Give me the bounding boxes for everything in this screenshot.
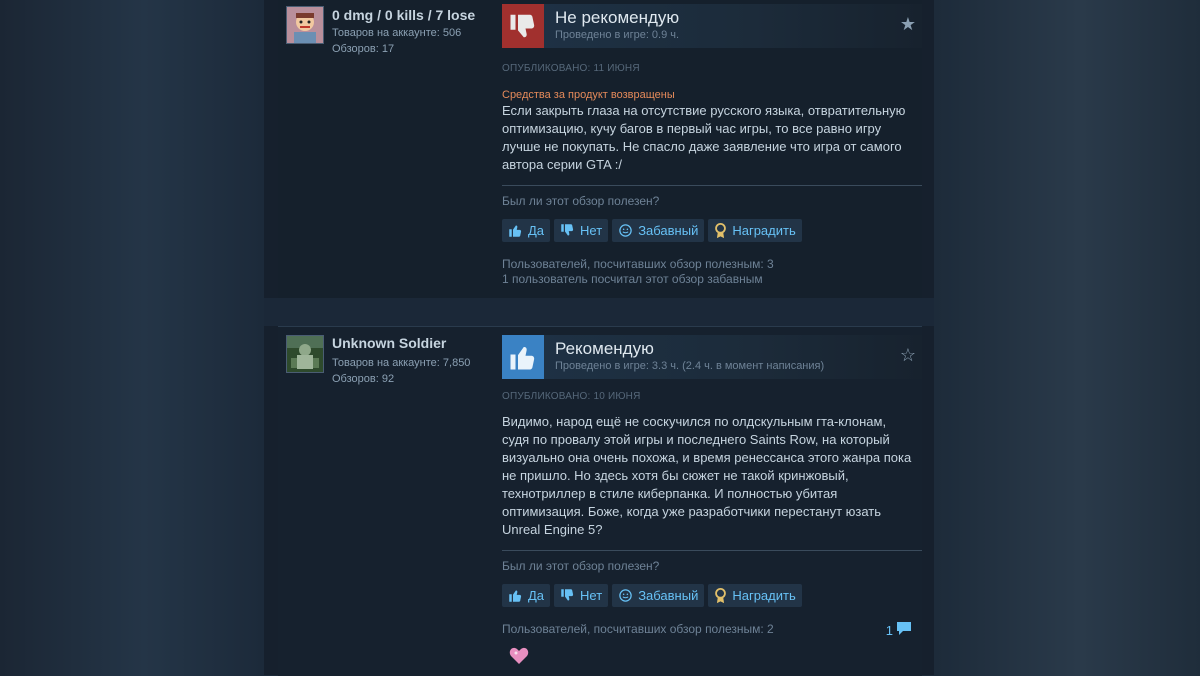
verdict-bar[interactable]: Рекомендую Проведено в игре: 3.3 ч. (2.4… (502, 335, 922, 379)
award-icon (714, 587, 727, 604)
review-stats: Пользователей, посчитавших обзор полезны… (502, 622, 774, 637)
thumbs-down-icon (502, 4, 544, 48)
verdict-bar[interactable]: Не рекомендую Проведено в игре: 0.9 ч. ★ (502, 4, 922, 48)
thumbs-up-icon (502, 335, 544, 379)
author-name[interactable]: 0 dmg / 0 kills / 7 lose (332, 7, 475, 23)
helpful-question: Был ли этот обзор полезен? (502, 194, 660, 208)
thumbs-down-icon (560, 223, 575, 238)
author-reviews-count[interactable]: Обзоров: 17 (332, 43, 394, 55)
posted-date: ОПУБЛИКОВАНО: 11 ИЮНЯ (502, 63, 640, 74)
thumbs-up-icon (508, 223, 523, 238)
vote-yes-button[interactable]: Да (502, 584, 551, 607)
vote-funny-button[interactable]: Забавный (612, 219, 705, 242)
vote-yes-button[interactable]: Да (502, 219, 551, 242)
award-button[interactable]: Наградить (708, 584, 802, 607)
playtime: Проведено в игре: 3.3 ч. (2.4 ч. в момен… (555, 360, 825, 372)
helpful-count: Пользователей, посчитавших обзор полезны… (502, 257, 774, 271)
vote-buttons: Да Нет Забавный Наградить (502, 584, 802, 607)
thumbs-down-icon (560, 588, 575, 603)
author-products-count[interactable]: Товаров на аккаунте: 7,850 (332, 357, 470, 369)
author-products-count[interactable]: Товаров на аккаунте: 506 (332, 27, 461, 39)
review-body: Если закрыть глаза на отсутствие русског… (502, 103, 906, 172)
comments-count: 1 (885, 622, 893, 638)
verdict-title: Не рекомендую (555, 8, 680, 27)
verdict-title: Рекомендую (555, 339, 654, 358)
helpful-question: Был ли этот обзор полезен? (502, 559, 660, 573)
vote-funny-label: Забавный (638, 223, 699, 238)
author-reviews-count[interactable]: Обзоров: 92 (332, 373, 394, 385)
refund-note: Средства за продукт возвращены (502, 89, 675, 101)
posted-date: ОПУБЛИКОВАНО: 10 ИЮНЯ (502, 391, 641, 402)
review-card: 0 dmg / 0 kills / 7 lose Товаров на акка… (278, 0, 922, 298)
avatar[interactable] (286, 335, 324, 373)
author-name[interactable]: Unknown Soldier (332, 335, 446, 351)
star-icon[interactable]: ★ (900, 15, 916, 33)
divider (502, 550, 922, 551)
playtime: Проведено в игре: 0.9 ч. (555, 29, 680, 41)
vote-yes-label: Да (528, 223, 545, 238)
vote-no-label: Нет (580, 223, 603, 238)
avatar[interactable] (286, 6, 324, 44)
vote-funny-label: Забавный (638, 588, 699, 603)
comment-bubble-icon (896, 621, 912, 639)
comments-link[interactable]: 1 (886, 621, 912, 639)
award-button[interactable]: Наградить (708, 219, 802, 242)
vote-no-label: Нет (580, 588, 603, 603)
divider (502, 185, 922, 186)
review-separator (264, 298, 934, 326)
smiley-icon (618, 223, 633, 238)
thumbs-up-icon (508, 588, 523, 603)
vote-yes-label: Да (528, 588, 545, 603)
helpful-count: Пользователей, посчитавших обзор полезны… (502, 622, 774, 636)
review-stats: Пользователей, посчитавших обзор полезны… (502, 257, 774, 287)
heart-award-icon[interactable] (508, 645, 530, 667)
funny-count: 1 пользователь посчитал этот обзор забав… (502, 272, 763, 286)
vote-funny-button[interactable]: Забавный (612, 584, 705, 607)
review-card: Unknown Soldier Товаров на аккаунте: 7,8… (278, 326, 922, 676)
review-body: Видимо, народ ещё не соскучился по олдск… (502, 414, 912, 537)
award-label: Наградить (732, 223, 796, 238)
smiley-icon (618, 588, 633, 603)
vote-no-button[interactable]: Нет (554, 584, 609, 607)
star-outline-icon[interactable]: ☆ (900, 346, 916, 364)
award-icon (714, 222, 727, 239)
vote-buttons: Да Нет Забавный Наградить (502, 219, 802, 242)
award-label: Наградить (732, 588, 796, 603)
vote-no-button[interactable]: Нет (554, 219, 609, 242)
